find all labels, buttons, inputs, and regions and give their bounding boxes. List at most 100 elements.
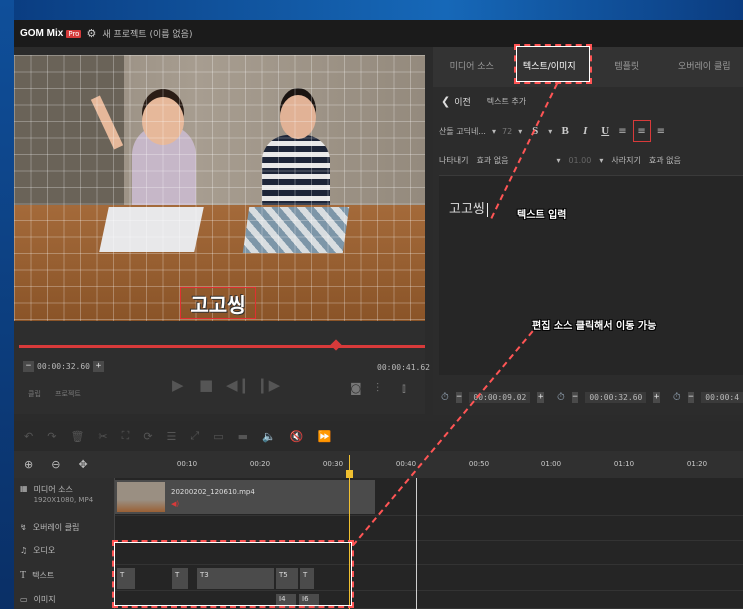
- end-minus-button[interactable]: −: [571, 392, 579, 403]
- track-labels: ▦ 미디어 소스 1920X1080, MP4 ↯ 오버레이 클립 ♫ 오디오 T…: [14, 478, 115, 609]
- project-mode-label[interactable]: 프로젝트: [55, 389, 81, 399]
- timeline-toolbar: ↶ ↷ 🗑 ✂ ⛶ ⟳ ☰ ⤢ ▭ ▬ 🔈 🔇 ⏩: [14, 421, 743, 451]
- chevron-down-icon[interactable]: ▾: [599, 156, 603, 165]
- caption-text-box[interactable]: 고고씽: [180, 287, 256, 319]
- mute-icon[interactable]: 🔇: [290, 430, 304, 443]
- chevron-down-icon[interactable]: ▾: [492, 127, 496, 136]
- prev-frame-icon[interactable]: ◀❙: [226, 376, 250, 394]
- start-plus-button[interactable]: +: [537, 392, 544, 403]
- chevron-down-icon[interactable]: ▾: [548, 127, 552, 136]
- clip-name: 20200202_120610.mp4: [171, 488, 255, 496]
- video-clip[interactable]: 20200202_120610.mp4 ◀): [115, 480, 375, 514]
- text-editor[interactable]: 고고씽: [439, 175, 743, 375]
- minus-button[interactable]: −: [23, 361, 34, 372]
- film-icon: ▦: [20, 484, 28, 493]
- track-label-overlay: ↯ 오버레이 클립: [20, 523, 80, 532]
- screen-alt-icon[interactable]: ▬: [238, 430, 248, 443]
- italic-button[interactable]: I: [578, 125, 592, 137]
- effect-toolbar: 나타내기 효과 없음 ▾ 01.00 ▾ 사라지기 효과 없음: [433, 147, 743, 173]
- zoom-out-icon[interactable]: ⊖: [51, 458, 60, 471]
- adjust-icon[interactable]: ☰: [167, 430, 177, 443]
- ruler-tick: 00:40: [395, 460, 417, 468]
- ruler-tick: 01:00: [540, 460, 562, 468]
- editor-text-content[interactable]: 고고씽: [449, 198, 488, 217]
- ruler-tick: 00:30: [322, 460, 344, 468]
- tab-template[interactable]: 템플릿: [588, 47, 666, 87]
- back-button[interactable]: 이전: [454, 95, 471, 108]
- bold-button[interactable]: B: [558, 125, 572, 137]
- duration-minus-button[interactable]: −: [687, 392, 695, 403]
- stop-icon[interactable]: ■: [199, 376, 213, 394]
- overlay-icon: ↯: [20, 523, 27, 532]
- zoom-in-icon[interactable]: ⊕: [24, 458, 33, 471]
- video-preview[interactable]: 고고씽: [14, 55, 425, 321]
- gear-icon[interactable]: ⚙: [86, 27, 96, 40]
- clip-thumbnail: [117, 482, 165, 512]
- underline-button[interactable]: U: [598, 125, 612, 137]
- pro-badge: Pro: [66, 29, 82, 38]
- align-left-icon[interactable]: ≡: [618, 126, 626, 137]
- chevron-down-icon[interactable]: ▾: [556, 156, 560, 165]
- camera-icon[interactable]: ◙: [350, 381, 362, 395]
- format-toolbar: 산돌 고딕네... ▾ 72 ▾ S ▾ B I U ≡ ≡ ≡: [433, 115, 743, 147]
- back-icon[interactable]: ❮: [441, 95, 450, 108]
- duration-stopwatch-icon: ⏱: [672, 392, 681, 403]
- fit-icon[interactable]: ✥: [78, 458, 87, 471]
- font-select[interactable]: 산돌 고딕네...: [439, 126, 486, 137]
- ruler-tick: 00:10: [176, 460, 198, 468]
- delete-icon[interactable]: 🗑: [70, 430, 84, 443]
- next-frame-icon[interactable]: ❙▶: [256, 376, 280, 394]
- add-text-button[interactable]: 텍스트 추가: [487, 96, 526, 107]
- trim-icon[interactable]: ⫾: [402, 381, 406, 396]
- redo-icon[interactable]: ↷: [47, 430, 56, 443]
- desktop-background: [0, 0, 743, 20]
- title-bar: GOM Mix Pro ⚙ 새 프로젝트 (이름 없음): [14, 20, 743, 47]
- right-panel: 미디어 소스 텍스트/이미지 템플릿 오버레이 클립 ❮ 이전 텍스트 추가 산…: [433, 47, 743, 415]
- crop-icon[interactable]: ⛶: [122, 429, 130, 443]
- resize-icon[interactable]: ⤢: [190, 429, 199, 443]
- playback-progress-bar[interactable]: [19, 345, 425, 348]
- chevron-down-icon[interactable]: ▾: [518, 127, 522, 136]
- play-icon[interactable]: ▶: [172, 376, 184, 394]
- playhead-handle[interactable]: [346, 470, 353, 478]
- disappear-effect-select[interactable]: 효과 없음: [649, 155, 681, 166]
- text-cursor: [486, 202, 488, 217]
- track-label-media: ▦ 미디어 소스 1920X1080, MP4: [20, 484, 94, 504]
- plus-button[interactable]: +: [92, 361, 104, 372]
- speed-icon[interactable]: ⏩: [317, 430, 331, 443]
- panel-subheader: ❮ 이전 텍스트 추가: [433, 87, 743, 115]
- playback-progress-knob[interactable]: [330, 339, 342, 351]
- volume-icon[interactable]: 🔈: [262, 430, 276, 443]
- ruler-tick: 00:20: [249, 460, 271, 468]
- split-icon[interactable]: ⫶: [376, 381, 379, 396]
- image-icon: ▭: [20, 595, 28, 604]
- ruler-tick: 01:10: [613, 460, 635, 468]
- align-right-icon[interactable]: ≡: [657, 126, 665, 137]
- appear-time-select[interactable]: 01.00: [568, 156, 591, 165]
- timeline-marker-line: [416, 478, 417, 609]
- start-stopwatch-icon: ⏱: [441, 392, 449, 403]
- screen-icon[interactable]: ▭: [213, 430, 223, 443]
- font-size-select[interactable]: 72: [502, 127, 512, 136]
- appear-effect-select[interactable]: 효과 없음: [476, 155, 508, 166]
- desktop-edge: [0, 0, 14, 609]
- ruler-tick: 00:50: [468, 460, 490, 468]
- media-track: 20200202_120610.mp4 ◀): [115, 478, 743, 516]
- clip-mode-label[interactable]: 클립: [28, 389, 41, 399]
- cut-icon[interactable]: ✂: [98, 430, 107, 443]
- undo-icon[interactable]: ↶: [24, 430, 33, 443]
- rotate-icon[interactable]: ⟳: [143, 430, 152, 443]
- align-center-icon[interactable]: ≡: [632, 120, 651, 142]
- app-window: GOM Mix Pro ⚙ 새 프로젝트 (이름 없음) 고고씽 − 00:00…: [14, 20, 743, 609]
- tab-media-source[interactable]: 미디어 소스: [433, 47, 511, 87]
- zoom-controls: ⊕ ⊖ ✥: [24, 458, 88, 471]
- tab-overlay-clip[interactable]: 오버레이 클립: [666, 47, 743, 87]
- end-plus-button[interactable]: +: [653, 392, 660, 403]
- project-title: 새 프로젝트 (이름 없음): [102, 30, 193, 40]
- duration-time-field[interactable]: 00:00:4: [701, 392, 743, 403]
- start-minus-button[interactable]: −: [455, 392, 463, 403]
- timeline-header: ⊕ ⊖ ✥ 00:10 00:20 00:30 00:40 00:50 01:0…: [14, 451, 743, 478]
- audio-icon: ◀): [171, 500, 180, 508]
- end-time-field[interactable]: 00:00:32.60: [585, 392, 647, 403]
- track-label-image: ▭ 이미지: [20, 595, 56, 604]
